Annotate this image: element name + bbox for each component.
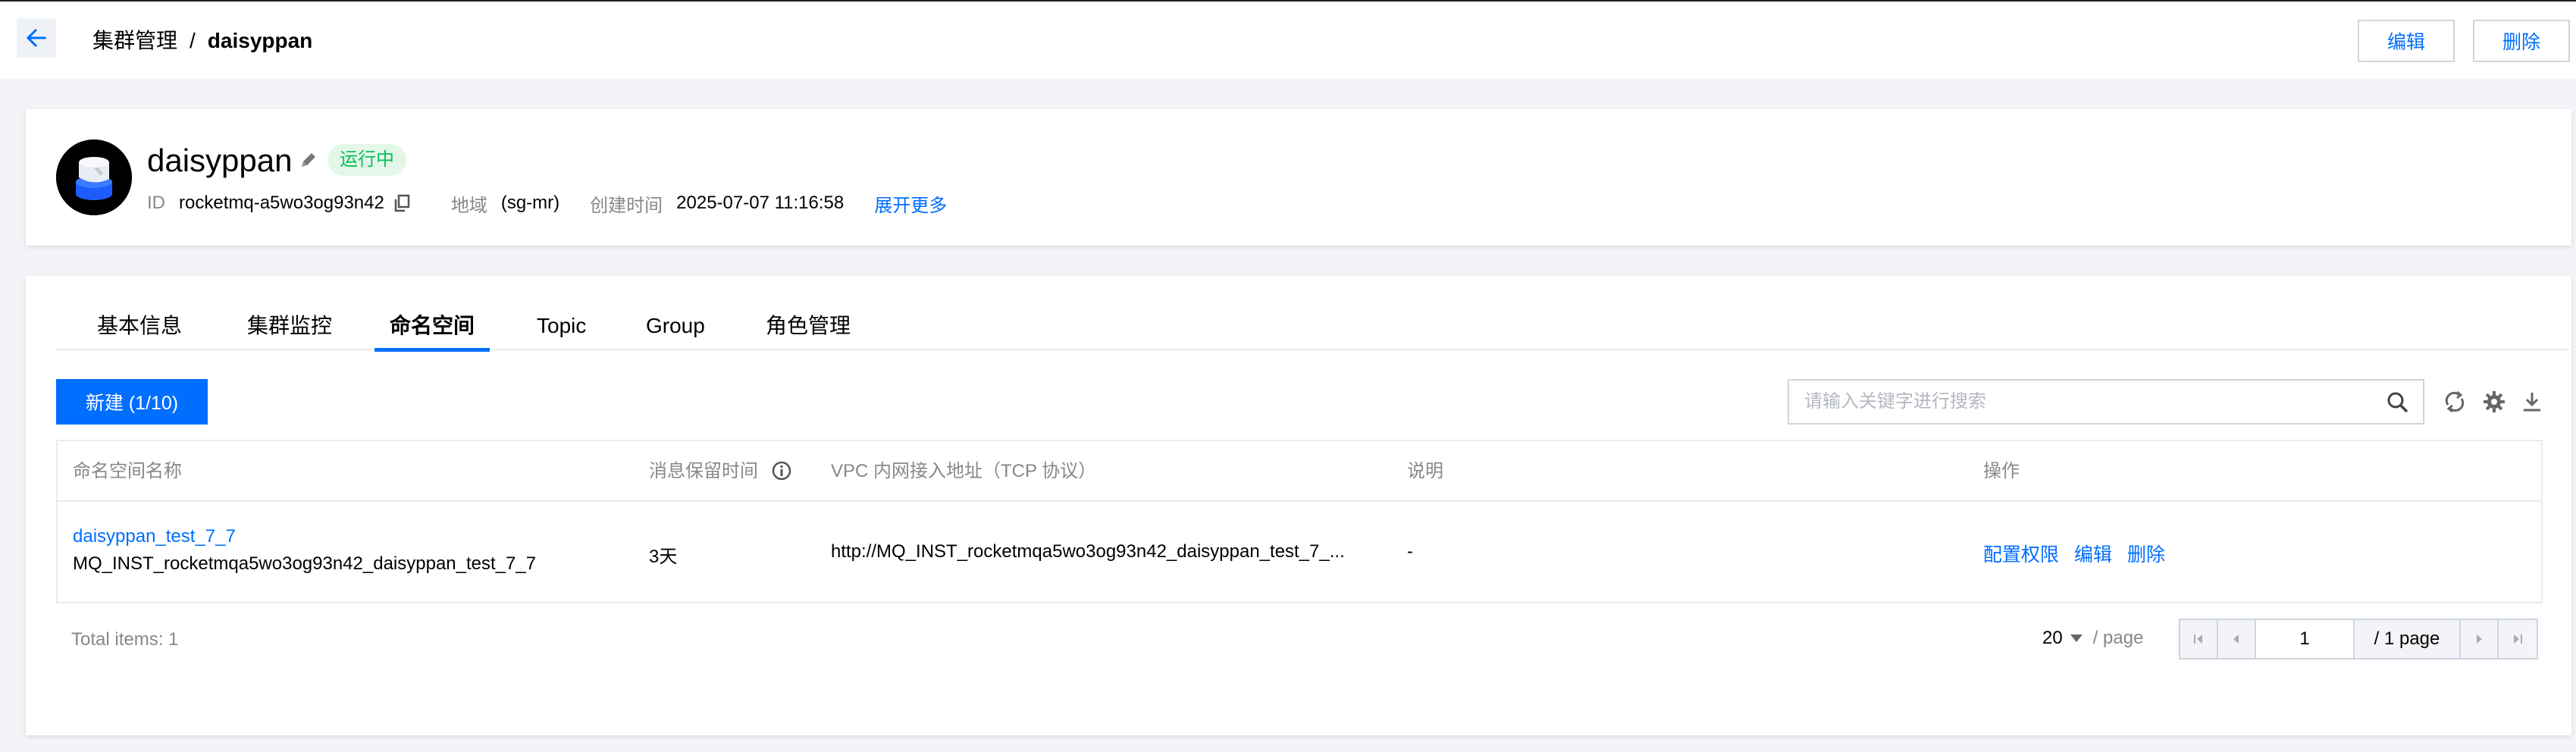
- edit-link[interactable]: 编辑: [2074, 540, 2112, 567]
- region-label: 地域: [450, 195, 487, 216]
- arrow-left-icon: [26, 28, 46, 48]
- retention-value: 3天: [649, 547, 678, 567]
- cluster-avatar: [56, 139, 132, 215]
- description-value: -: [1407, 541, 1413, 562]
- last-page-button[interactable]: [2499, 620, 2537, 658]
- created-label: 创建时间: [590, 195, 663, 216]
- breadcrumb: 集群管理 / daisyppan: [92, 26, 312, 56]
- tab-namespace[interactable]: 命名空间: [374, 306, 490, 352]
- prev-page-button[interactable]: [2218, 620, 2256, 658]
- pagination: / 1 page: [2179, 619, 2538, 660]
- new-namespace-button[interactable]: 新建 (1/10): [56, 379, 208, 425]
- status-badge: 运行中: [327, 144, 406, 176]
- tab-role-management[interactable]: 角色管理: [766, 306, 851, 350]
- breadcrumb-current: daisyppan: [207, 29, 313, 52]
- breadcrumb-separator: /: [190, 29, 196, 52]
- col-namespace-name: 命名空间名称: [73, 461, 182, 481]
- database-icon: [56, 139, 132, 215]
- caret-down-icon[interactable]: [2070, 634, 2082, 642]
- page-number-input[interactable]: [2256, 620, 2355, 658]
- breadcrumb-parent[interactable]: 集群管理: [92, 26, 177, 56]
- gear-icon[interactable]: [2482, 390, 2506, 414]
- col-operations: 操作: [1983, 461, 2020, 481]
- col-retention-time: 消息保留时间: [649, 441, 792, 502]
- search-input[interactable]: [1789, 381, 2365, 423]
- col-retention-label: 消息保留时间: [649, 461, 758, 481]
- cluster-info-card: daisyppan 运行中 ID rocketmq-a5wo3og93n42 地…: [26, 109, 2571, 246]
- copy-icon[interactable]: [392, 193, 412, 213]
- table-header: 命名空间名称 消息保留时间 VPC 内网接入地址（TCP 协议） 说明 操作: [58, 441, 2541, 502]
- tab-topic[interactable]: Topic: [537, 306, 586, 350]
- info-icon[interactable]: [771, 460, 792, 481]
- tab-group[interactable]: Group: [646, 306, 705, 350]
- page-header: 集群管理 / daisyppan 编辑 删除: [0, 2, 2576, 79]
- page-size-value[interactable]: 20: [2042, 628, 2063, 649]
- id-value: rocketmq-a5wo3og93n42: [179, 193, 384, 213]
- last-page-icon: [2514, 634, 2522, 644]
- page-size-unit: / page: [2092, 628, 2144, 648]
- download-icon[interactable]: [2520, 390, 2544, 414]
- search-box: [1788, 379, 2424, 425]
- configure-permission-link[interactable]: 配置权限: [1983, 540, 2059, 567]
- col-vpc-address: VPC 内网接入地址（TCP 协议）: [831, 461, 1097, 481]
- prev-page-icon: [2233, 634, 2239, 644]
- namespace-full-name: MQ_INST_rocketmqa5wo3og93n42_daisyppan_t…: [73, 553, 537, 574]
- back-button[interactable]: [17, 18, 56, 58]
- namespace-name-link[interactable]: daisyppan_test_7_7: [73, 526, 236, 547]
- page-size-selector[interactable]: 20 / page: [2042, 628, 2143, 649]
- total-pages: / 1 page: [2355, 620, 2461, 658]
- vpc-address-value: http://MQ_INST_rocketmqa5wo3og93n42_dais…: [831, 541, 1345, 562]
- tab-cluster-monitor[interactable]: 集群监控: [247, 306, 332, 350]
- namespace-table: 命名空间名称 消息保留时间 VPC 内网接入地址（TCP 协议） 说明 操作 d…: [56, 440, 2543, 603]
- region-value: (sg-mr): [500, 193, 560, 213]
- search-icon[interactable]: [2386, 391, 2409, 414]
- row-operations: 配置权限 编辑 删除: [1983, 540, 2165, 567]
- first-page-icon: [2194, 634, 2202, 644]
- delete-button[interactable]: 删除: [2473, 20, 2570, 62]
- tab-bar: 基本信息 集群监控 命名空间 Topic Group 角色管理: [56, 306, 2570, 352]
- created-value: 2025-07-07 11:16:58: [676, 193, 845, 213]
- id-label: ID: [147, 193, 165, 213]
- edit-button[interactable]: 编辑: [2358, 20, 2455, 62]
- next-page-icon: [2477, 634, 2482, 644]
- delete-link[interactable]: 删除: [2127, 540, 2165, 567]
- next-page-button[interactable]: [2461, 620, 2499, 658]
- total-items: Total items: 1: [71, 629, 179, 650]
- cluster-name: daisyppan: [147, 143, 293, 178]
- namespace-card: 基本信息 集群监控 命名空间 Topic Group 角色管理 新建 (1/10…: [26, 276, 2571, 735]
- cluster-meta-row: ID rocketmq-a5wo3og93n42 地域 (sg-mr) 创建时间…: [147, 188, 947, 218]
- first-page-button[interactable]: [2180, 620, 2218, 658]
- expand-more-link[interactable]: 展开更多: [874, 190, 947, 217]
- tab-basic-info[interactable]: 基本信息: [97, 306, 182, 350]
- col-description: 说明: [1407, 461, 1443, 481]
- refresh-icon[interactable]: [2443, 390, 2467, 414]
- pencil-icon[interactable]: [297, 149, 320, 171]
